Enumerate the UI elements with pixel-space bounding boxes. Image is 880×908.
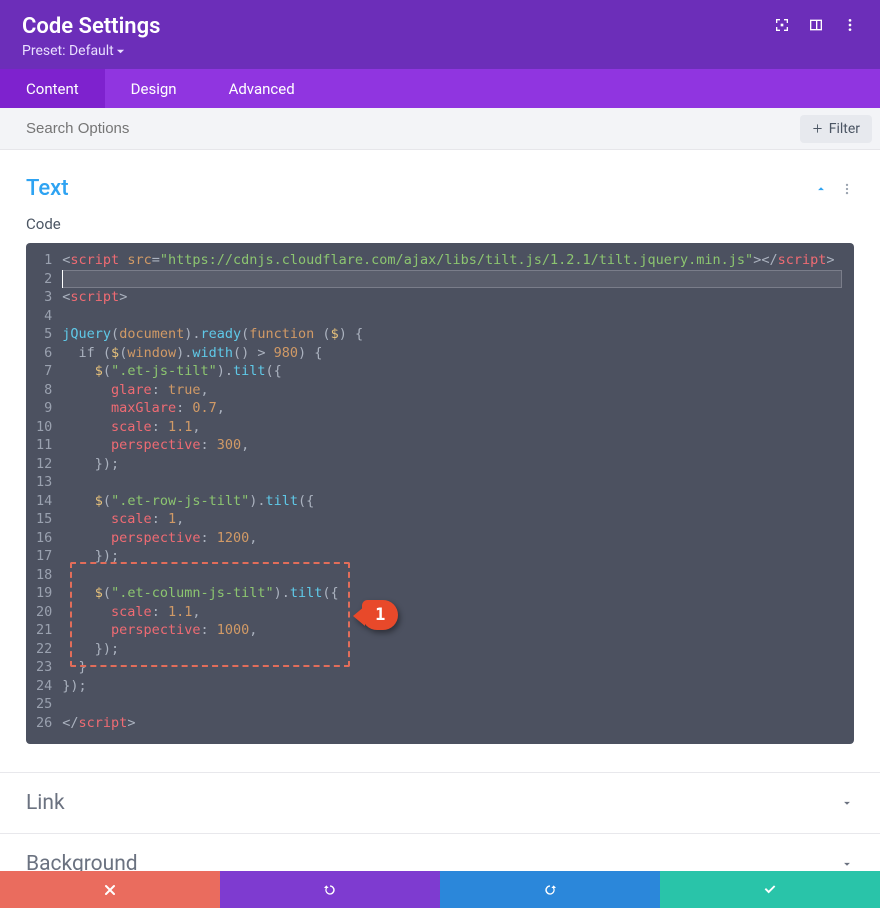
search-input[interactable] [26, 120, 800, 137]
text-cursor [62, 270, 63, 289]
plus-icon [812, 123, 823, 134]
redo-button[interactable] [440, 871, 660, 908]
cancel-button[interactable] [0, 871, 220, 908]
focus-icon[interactable] [774, 17, 790, 37]
header-title: Code Settings [22, 14, 160, 39]
undo-icon [322, 882, 338, 898]
filter-button[interactable]: Filter [800, 115, 872, 143]
section-title: Text [26, 176, 69, 201]
chevron-down-icon [840, 857, 854, 871]
save-button[interactable] [660, 871, 880, 908]
tab-label: Advanced [229, 80, 295, 98]
tab-bar: Content Design Advanced [0, 69, 880, 108]
code-editor[interactable]: 1234567891011121314151617181920212223242… [26, 243, 854, 744]
tab-advanced[interactable]: Advanced [203, 69, 321, 108]
undo-button[interactable] [220, 871, 440, 908]
tab-content[interactable]: Content [0, 69, 105, 108]
line-gutter: 1234567891011121314151617181920212223242… [32, 251, 62, 732]
preset-dropdown[interactable]: Preset: Default [22, 43, 858, 59]
tab-design[interactable]: Design [105, 69, 203, 108]
accordion-title: Link [26, 791, 65, 815]
header-icon-group [774, 17, 858, 37]
accordion-link: Link [0, 772, 880, 833]
filter-label: Filter [829, 121, 860, 137]
tab-label: Content [26, 80, 79, 98]
annotation-marker: 1 [362, 600, 398, 630]
redo-icon [542, 882, 558, 898]
tab-label: Design [131, 80, 177, 98]
settings-header: Code Settings Preset: Default [0, 0, 880, 69]
code-field-label: Code [26, 215, 854, 233]
code-content[interactable]: <script src="https://cdnjs.cloudflare.co… [62, 251, 848, 732]
panel-toggle-icon[interactable] [808, 17, 824, 37]
preset-label: Preset: Default [22, 43, 114, 59]
kebab-menu-icon[interactable] [842, 17, 858, 37]
search-bar: Filter [0, 108, 880, 150]
caret-down-icon [116, 47, 125, 56]
section-header-text: Text [26, 176, 854, 201]
chevron-up-icon[interactable] [814, 182, 828, 196]
close-icon [102, 882, 118, 898]
accordion-toggle-link[interactable]: Link [0, 773, 880, 833]
footer-actions [0, 871, 880, 908]
kebab-menu-icon[interactable] [840, 182, 854, 196]
check-icon [762, 882, 778, 898]
chevron-down-icon [840, 796, 854, 810]
